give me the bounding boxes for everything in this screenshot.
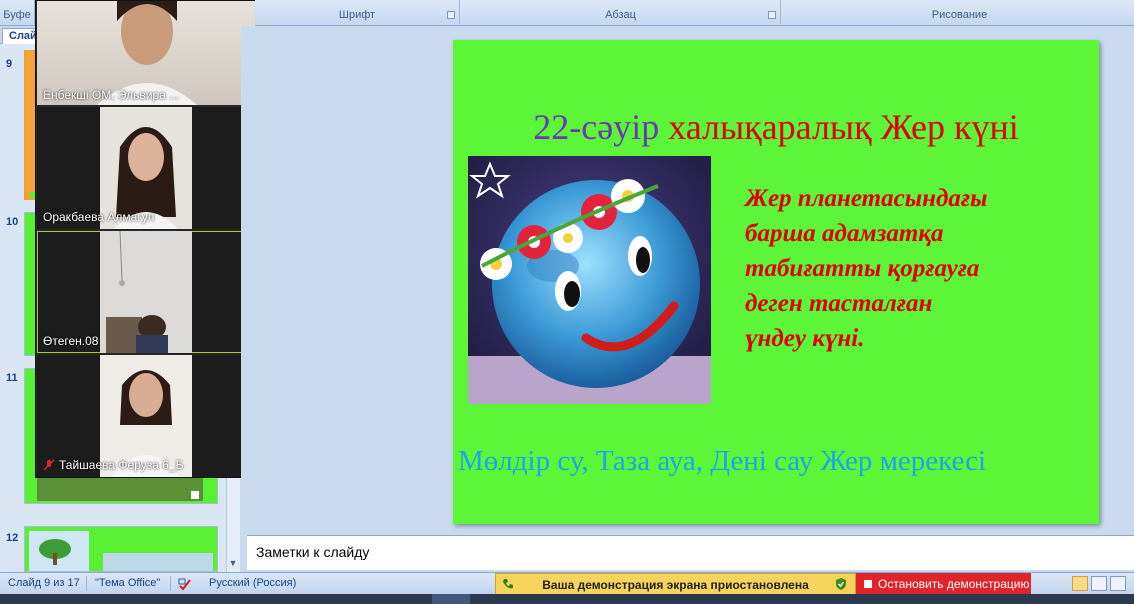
shield-icon	[836, 578, 846, 590]
video-participants-panel: Еңбекші ОМ, Эльвира ... Оракбаева Алмагу…	[35, 0, 255, 478]
ribbon-group-clipboard: Буфе	[0, 0, 35, 24]
participant-name: Еңбекші ОМ, Эльвира ...	[43, 88, 180, 102]
language[interactable]: Русский (Россия)	[209, 577, 296, 589]
earth-cartoon-image[interactable]	[468, 156, 711, 404]
slide-body-line: үндеу күні.	[745, 325, 865, 352]
stop-icon	[864, 580, 872, 588]
notes-pane[interactable]: Заметки к слайду	[247, 535, 1134, 570]
slide-body-line: деген тасталған	[745, 290, 933, 317]
slide-title[interactable]: 22-сәуір халықаралық Жер күні	[453, 106, 1099, 148]
participant-tile[interactable]: Оракбаева Алмагул	[37, 107, 255, 229]
slide-editor-area: 22-сәуір халықаралық Жер күні Жер планет…	[241, 26, 1134, 533]
room-video-image	[100, 231, 192, 353]
slide-body-line: табиғатты қорғауға	[745, 255, 980, 282]
participant-tile[interactable]: Өтеген.08	[37, 231, 255, 353]
taskbar-item[interactable]	[432, 594, 470, 604]
participant-tile[interactable]: Тайшаева Феруза 6_Б	[37, 355, 255, 477]
slide-body-line: барша адамзатқа	[745, 220, 944, 247]
slide-number: 11	[6, 372, 18, 384]
status-bar: Слайд 9 из 17 "Тема Office" Русский (Рос…	[0, 572, 1134, 595]
participant-name: Өтеген.08	[43, 334, 99, 348]
spellcheck-icon[interactable]	[178, 577, 192, 591]
notes-placeholder: Заметки к слайду	[256, 544, 370, 560]
participant-video	[100, 231, 192, 353]
participant-name: Оракбаева Алмагул	[43, 210, 155, 224]
status-separator	[86, 576, 87, 591]
slide-bottom-text[interactable]: Мөлдір су, Таза ауа, Дені сау Жер мереке…	[458, 445, 1098, 478]
participant-name-text: Тайшаева Феруза 6_Б	[59, 458, 184, 472]
participant-tile[interactable]: Еңбекші ОМ, Эльвира ...	[37, 1, 255, 105]
share-paused-text: Ваша демонстрация экрана приостановлена	[542, 578, 809, 592]
tree-thumbnail-image	[29, 531, 213, 571]
ribbon-group-label: Буфе	[3, 9, 31, 21]
slide-title-date: 22-сәуір	[533, 107, 660, 147]
slide-number: 9	[6, 58, 13, 70]
ribbon-group-paragraph: Абзац	[461, 0, 781, 24]
ribbon-group-drawing: Рисование	[785, 0, 1134, 24]
stop-share-button[interactable]: Остановить демонстрацию	[856, 573, 1031, 595]
slide-counter: Слайд 9 из 17	[8, 577, 80, 589]
font-dialog-launcher-icon[interactable]	[447, 11, 455, 19]
taskbar-item[interactable]	[474, 594, 512, 604]
participant-name: Тайшаева Феруза 6_Б	[43, 458, 183, 472]
slide-title-text: халықаралық Жер күні	[668, 107, 1019, 147]
ribbon-group-label: Абзац	[605, 9, 636, 21]
ribbon-group-font: Шрифт	[255, 0, 460, 24]
slide-number: 10	[6, 216, 19, 228]
screen-share-paused-bar: Ваша демонстрация экрана приостановлена	[495, 573, 856, 595]
windows-taskbar	[0, 594, 1134, 604]
taskbar-item[interactable]	[390, 594, 428, 604]
scroll-down-icon[interactable]: ▼	[228, 558, 238, 568]
ribbon-group-label: Рисование	[931, 9, 988, 21]
paragraph-dialog-launcher-icon[interactable]	[768, 11, 776, 19]
slide-canvas[interactable]: 22-сәуір халықаралық Жер күні Жер планет…	[453, 40, 1099, 524]
status-separator	[170, 576, 171, 591]
slideshow-view-button[interactable]	[1110, 576, 1126, 591]
slide-number: 12	[6, 532, 19, 544]
slide-body-text[interactable]: Жер планетасындағы барша адамзатқа табиғ…	[745, 181, 1075, 356]
ribbon-group-label: Шрифт	[338, 9, 376, 21]
slide-body-line: Жер планетасындағы	[745, 185, 988, 212]
earth-illustration	[468, 156, 711, 404]
theme-name: "Тема Office"	[95, 577, 161, 589]
slide-thumbnail[interactable]	[24, 526, 218, 572]
mic-muted-icon	[43, 459, 55, 471]
stop-share-label: Остановить демонстрацию	[878, 577, 1030, 591]
normal-view-button[interactable]	[1072, 576, 1088, 591]
slide-sorter-view-button[interactable]	[1091, 576, 1107, 591]
